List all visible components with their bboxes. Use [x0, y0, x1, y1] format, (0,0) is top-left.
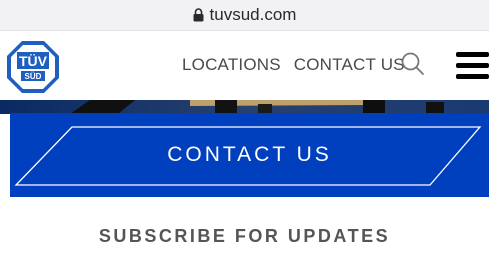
contact-us-banner[interactable]: CONTACT US — [10, 113, 489, 197]
lock-icon — [193, 7, 204, 27]
logo-text-bottom: SÜD — [25, 72, 42, 81]
tuv-sud-logo[interactable]: TÜV SÜD — [6, 40, 60, 94]
nav-item-contact-us[interactable]: CONTACT US — [294, 55, 405, 74]
url-display[interactable]: tuvsud.com — [0, 5, 489, 27]
hero-image-strip — [0, 100, 489, 114]
browser-url-bar[interactable]: tuvsud.com — [0, 0, 489, 31]
contact-us-button-label: CONTACT US — [167, 143, 332, 166]
search-icon[interactable] — [400, 51, 426, 77]
main-nav: LOCATIONS CONTACT US — [182, 55, 418, 75]
url-text: tuvsud.com — [209, 5, 297, 24]
nav-item-locations[interactable]: LOCATIONS — [182, 55, 281, 74]
subscribe-heading: SUBSCRIBE FOR UPDATES — [98, 226, 391, 246]
hamburger-menu-icon[interactable] — [456, 49, 489, 83]
logo-text-top: TÜV — [19, 53, 48, 69]
